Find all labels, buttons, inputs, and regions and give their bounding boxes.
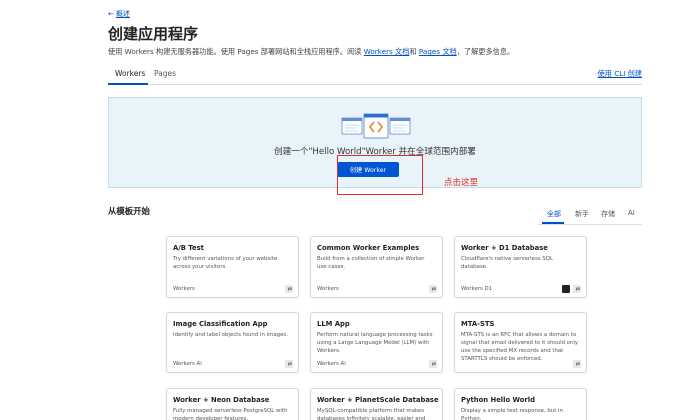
create-with-cli-link[interactable]: 使用 CLI 创建 — [598, 69, 642, 79]
javascript-icon: JS — [429, 360, 437, 368]
filter-beginner[interactable]: 新手 — [575, 209, 589, 219]
filter-storage[interactable]: 存储 — [601, 209, 615, 219]
page-description: 使用 Workers 构建无服务器功能。使用 Pages 部署网站和全栈应用程序… — [108, 47, 515, 56]
template-card-image-classification[interactable]: Image Classification App Identify and la… — [166, 312, 299, 373]
active-tab-indicator — [108, 83, 148, 85]
tab-pages[interactable]: Pages — [154, 69, 176, 78]
template-card-d1-database[interactable]: Worker + D1 Database Cloudflare's native… — [454, 236, 587, 298]
annotation-highlight-box — [337, 155, 423, 195]
javascript-icon: JS — [285, 285, 293, 293]
arrow-left-icon: ← — [108, 10, 114, 18]
javascript-icon: JS — [573, 285, 581, 293]
template-card-planetscale-database[interactable]: Worker + PlanetScale Database MySQL-comp… — [310, 388, 443, 420]
workers-docs-link[interactable]: Workers 文档 — [364, 47, 410, 56]
page-title: 创建应用程序 — [108, 25, 199, 43]
workers-illustration-icon — [341, 113, 411, 139]
tab-workers[interactable]: Workers — [115, 69, 145, 78]
filter-divider — [538, 224, 642, 225]
pages-docs-link[interactable]: Pages 文档 — [419, 47, 457, 56]
filter-all[interactable]: 全部 — [547, 209, 561, 219]
tab-bar: Workers Pages 使用 CLI 创建 — [108, 64, 642, 85]
javascript-icon: JS — [285, 360, 293, 368]
filter-ai[interactable]: AI — [628, 209, 635, 217]
templates-section-title: 从模板开始 — [108, 206, 150, 216]
annotation-label: 点击这里 — [444, 178, 479, 188]
template-card-common-examples[interactable]: Common Worker Examples Build from a coll… — [310, 236, 443, 298]
template-card-llm-app[interactable]: LLM App Perform natural language process… — [310, 312, 443, 373]
back-link[interactable]: ← 概述 — [108, 9, 130, 19]
template-card-mta-sts[interactable]: MTA-STS MTA-STS is an RFC that allows a … — [454, 312, 587, 373]
template-card-neon-database[interactable]: Worker + Neon Database Fully managed ser… — [166, 388, 299, 420]
template-card-ab-test[interactable]: A/B Test Try different variations of you… — [166, 236, 299, 298]
template-filter-tabs: 全部 新手 存储 AI — [538, 207, 642, 225]
template-card-python-hello-world[interactable]: Python Hello World Display a simple text… — [454, 388, 587, 420]
back-link-label: 概述 — [115, 10, 130, 18]
javascript-icon: JS — [573, 360, 581, 368]
javascript-icon: JS — [429, 285, 437, 293]
d1-database-icon — [562, 285, 570, 293]
